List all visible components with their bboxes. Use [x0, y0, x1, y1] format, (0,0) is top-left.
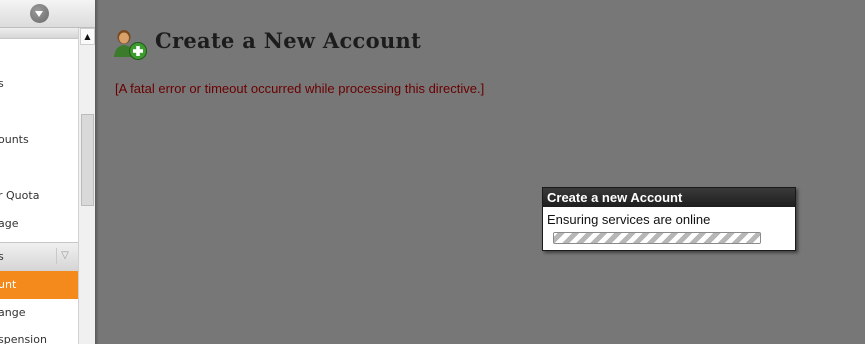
- sidebar-item[interactable]: ange: [0, 300, 78, 326]
- sidebar-scrollbar[interactable]: ▲: [78, 28, 95, 344]
- sidebar-item-label: s: [0, 77, 4, 90]
- error-message: [A fatal error or timeout occurred while…: [115, 81, 485, 96]
- progress-bar: [553, 232, 761, 244]
- dialog-title: Create a new Account: [543, 188, 795, 207]
- collapse-chevron-icon[interactable]: [30, 4, 49, 23]
- scroll-thumb[interactable]: [81, 114, 94, 206]
- sidebar-shadow: [95, 0, 99, 344]
- dialog-message: Ensuring services are online: [547, 212, 711, 227]
- sidebar-item-label: ounts: [0, 133, 29, 146]
- sidebar-item-label: spension: [0, 333, 47, 344]
- sidebar-item-label: age: [0, 217, 19, 230]
- sidebar-section-header[interactable]: s ▽: [0, 242, 78, 272]
- sidebar-item[interactable]: spension: [0, 327, 78, 344]
- sidebar-item[interactable]: s: [0, 71, 78, 97]
- page-title: Create a New Account: [155, 28, 422, 53]
- sidebar: s ounts r Quota age s ▽ unt ange spensio…: [0, 0, 95, 344]
- progress-dialog: Create a new Account Ensuring services a…: [542, 187, 796, 251]
- sidebar-item[interactable]: ounts: [0, 127, 78, 153]
- add-user-icon: [114, 30, 147, 60]
- sidebar-item-label: unt: [0, 278, 17, 291]
- sidebar-item[interactable]: age: [0, 211, 78, 237]
- sidebar-item-label: ange: [0, 306, 26, 319]
- chevron-down-icon[interactable]: ▽: [56, 248, 73, 264]
- sidebar-item[interactable]: r Quota: [0, 183, 78, 209]
- progress-bar-fill: [554, 233, 760, 243]
- sidebar-section-label: s: [0, 250, 4, 263]
- sidebar-item-label: r Quota: [0, 189, 40, 202]
- sidebar-toolbar: [0, 0, 95, 28]
- sidebar-section-bar: [0, 28, 78, 39]
- sidebar-item-active[interactable]: unt: [0, 271, 78, 299]
- scroll-up-icon[interactable]: ▲: [80, 28, 95, 45]
